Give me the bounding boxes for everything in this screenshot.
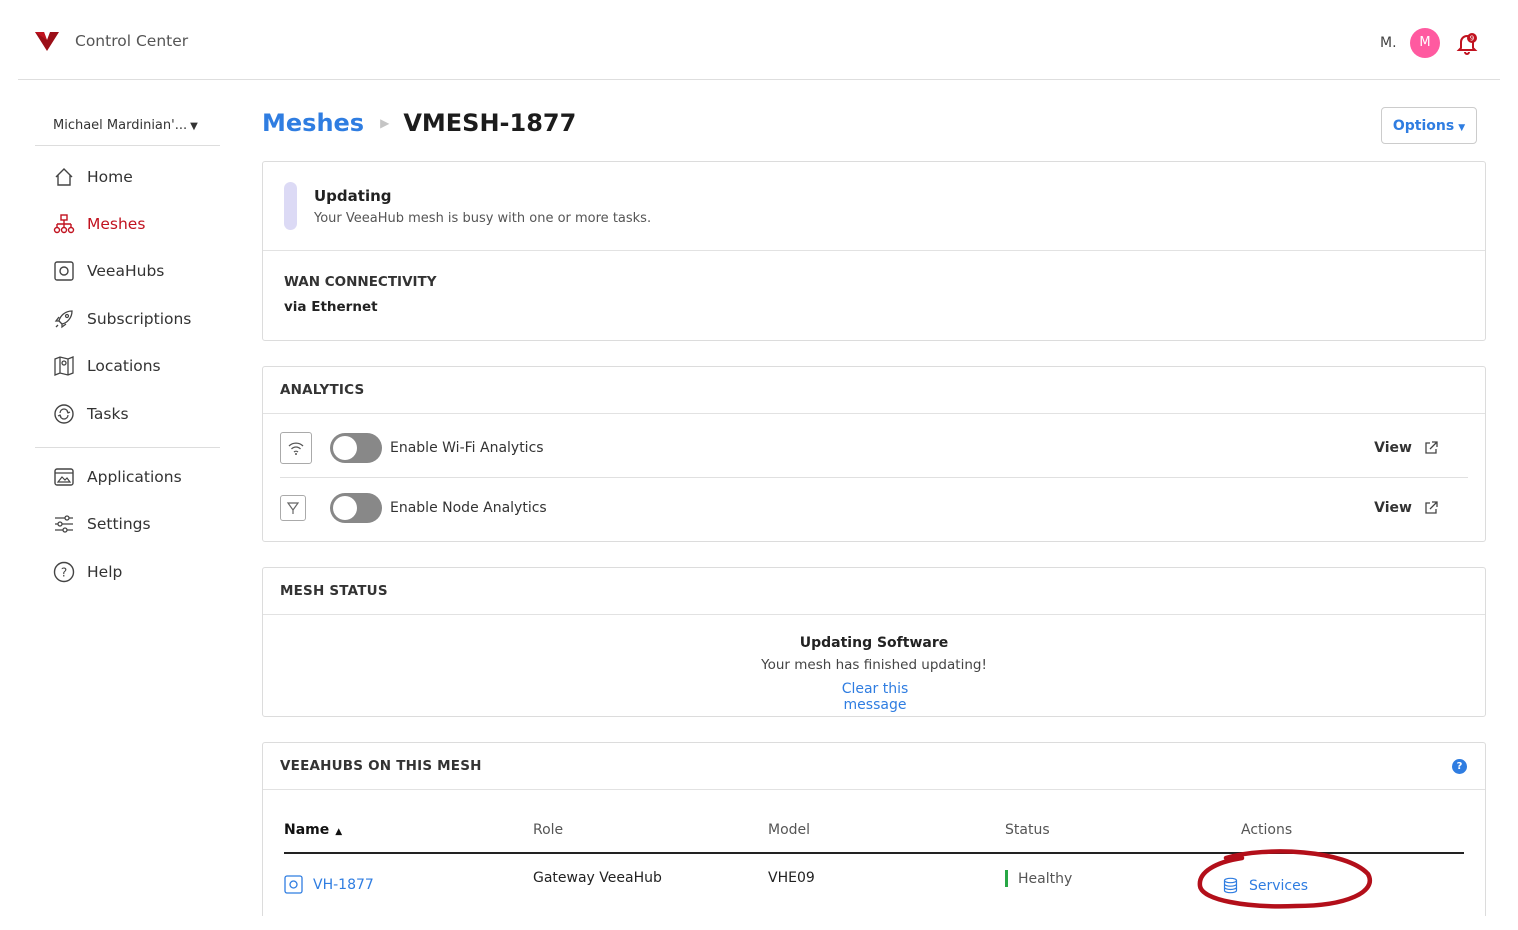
- wifi-icon: [280, 431, 312, 464]
- sidebar-divider: [35, 447, 220, 448]
- sidebar-item-settings[interactable]: Settings: [35, 504, 220, 544]
- caret-down-icon: ▼: [1458, 122, 1466, 133]
- applications-icon: [54, 468, 74, 486]
- sidebar-item-label: Help: [87, 563, 123, 581]
- breadcrumb-separator-icon: ▶: [380, 116, 390, 130]
- sidebar-item-label: Meshes: [87, 215, 146, 233]
- external-link-icon: [1425, 501, 1438, 514]
- mesh-status-summary-card: Updating Your VeeaHub mesh is busy with …: [262, 161, 1486, 341]
- caret-down-icon: ▼: [190, 121, 198, 132]
- wifi-analytics-row: Enable Wi-Fi Analytics View: [280, 418, 1468, 478]
- sidebar-item-label: Home: [87, 168, 133, 186]
- help-circle-icon: ?: [53, 561, 75, 583]
- veeahub-model: VHE09: [768, 870, 815, 886]
- table-header: Name ▲ Role Model Status Actions: [284, 816, 1464, 854]
- user-initials[interactable]: M.: [1380, 35, 1397, 51]
- veeahub-status: Healthy: [1005, 870, 1072, 887]
- sidebar-item-home[interactable]: Home: [35, 157, 220, 197]
- wan-connectivity-value: via Ethernet: [284, 299, 378, 315]
- external-link-icon: [1425, 440, 1438, 454]
- veea-logo-icon[interactable]: [34, 30, 60, 52]
- user-avatar[interactable]: M: [1410, 28, 1440, 58]
- node-analytics-label: Enable Node Analytics: [390, 500, 547, 516]
- node-analytics-row: Enable Node Analytics View: [280, 478, 1468, 538]
- view-label: View: [1374, 439, 1412, 456]
- svg-text:9: 9: [1470, 35, 1474, 43]
- database-icon: [1223, 877, 1238, 894]
- top-bar: Control Center M. M 9: [18, 0, 1500, 80]
- sidebar-item-label: VeeaHubs: [87, 262, 165, 280]
- sidebar-item-subscriptions[interactable]: Subscriptions: [35, 299, 220, 339]
- sidebar-item-veeahubs[interactable]: VeeaHubs: [35, 251, 220, 291]
- node-analytics-view-link[interactable]: View: [1374, 500, 1438, 516]
- help-icon[interactable]: ?: [1452, 759, 1467, 774]
- wifi-analytics-label: Enable Wi-Fi Analytics: [390, 439, 544, 456]
- card-divider: [263, 250, 1485, 251]
- wifi-analytics-toggle[interactable]: [330, 432, 382, 463]
- map-pin-icon: [54, 356, 74, 376]
- organization-selector[interactable]: Michael Mardinian'... ▼: [35, 108, 220, 146]
- healthy-indicator: [1005, 870, 1008, 887]
- sidebar-item-help[interactable]: ? Help: [35, 552, 220, 592]
- status-title: Updating: [314, 187, 392, 205]
- sidebar-item-label: Applications: [87, 468, 182, 486]
- options-dropdown-button[interactable]: Options ▼: [1381, 107, 1477, 144]
- sidebar-item-label: Tasks: [87, 405, 129, 423]
- sliders-icon: [55, 515, 73, 533]
- status-subtitle: Your VeeaHub mesh is busy with one or mo…: [314, 211, 652, 226]
- veeahub-role: Gateway VeeaHub: [533, 870, 662, 886]
- view-label: View: [1374, 500, 1412, 516]
- notification-bell-icon[interactable]: 9: [1454, 30, 1480, 56]
- breadcrumb: Meshes ▶ VMESH-1877: [262, 106, 576, 140]
- wan-connectivity-label: WAN CONNECTIVITY: [284, 274, 437, 290]
- mesh-status-title: Updating Software: [799, 635, 949, 651]
- column-header-actions: Actions: [1241, 822, 1293, 838]
- node-icon: [280, 495, 306, 521]
- status-indicator-bar: [284, 182, 297, 230]
- breadcrumb-meshes-link[interactable]: Meshes: [262, 109, 364, 137]
- page-title: VMESH-1877: [403, 109, 577, 137]
- table-row: VH-1877 Gateway VeeaHub VHE09 Healthy Se…: [284, 856, 1464, 896]
- mesh-status-message: Your mesh has finished updating!: [761, 657, 987, 673]
- mesh-status-header: MESH STATUS: [263, 568, 1485, 615]
- mesh-network-icon: [53, 214, 75, 234]
- column-header-role: Role: [533, 822, 564, 838]
- clear-message-link[interactable]: Clear this message: [811, 681, 939, 713]
- veeahub-icon: [54, 261, 74, 281]
- sidebar-item-locations[interactable]: Locations: [35, 346, 220, 386]
- options-label: Options: [1392, 117, 1455, 134]
- sort-ascending-icon: ▲: [335, 827, 343, 837]
- analytics-card: ANALYTICS Enable Wi-Fi Analytics View En…: [262, 366, 1486, 542]
- veeahubs-header: VEEAHUBS ON THIS MESH: [263, 743, 1485, 790]
- sidebar-item-tasks[interactable]: Tasks: [35, 394, 220, 434]
- veeahub-icon: [284, 875, 303, 894]
- analytics-header: ANALYTICS: [263, 367, 1485, 414]
- sidebar-item-label: Locations: [87, 357, 161, 375]
- sidebar-item-label: Settings: [87, 515, 151, 533]
- mesh-status-card: MESH STATUS Updating Software Your mesh …: [262, 567, 1486, 717]
- column-header-name[interactable]: Name ▲: [284, 822, 342, 838]
- sidebar-item-meshes[interactable]: Meshes: [35, 204, 220, 244]
- tasks-cycle-icon: [54, 404, 74, 424]
- node-analytics-toggle[interactable]: [330, 493, 382, 523]
- page-bottom-edge: [18, 916, 1500, 930]
- app-title: Control Center: [75, 32, 189, 50]
- sidebar-item-applications[interactable]: Applications: [35, 457, 220, 497]
- column-header-status: Status: [1005, 822, 1050, 838]
- wifi-analytics-view-link[interactable]: View: [1374, 440, 1438, 456]
- column-header-model: Model: [768, 822, 811, 838]
- rocket-icon: [54, 310, 73, 329]
- home-icon: [55, 168, 73, 186]
- organization-name: Michael Mardinian'...: [53, 118, 188, 133]
- sidebar-item-label: Subscriptions: [87, 310, 192, 328]
- services-link[interactable]: Services: [1222, 877, 1308, 894]
- svg-text:?: ?: [61, 566, 67, 580]
- veeahubs-card: VEEAHUBS ON THIS MESH ? Name ▲ Role Model…: [262, 742, 1486, 930]
- veeahub-name-link[interactable]: VH-1877: [284, 875, 374, 894]
